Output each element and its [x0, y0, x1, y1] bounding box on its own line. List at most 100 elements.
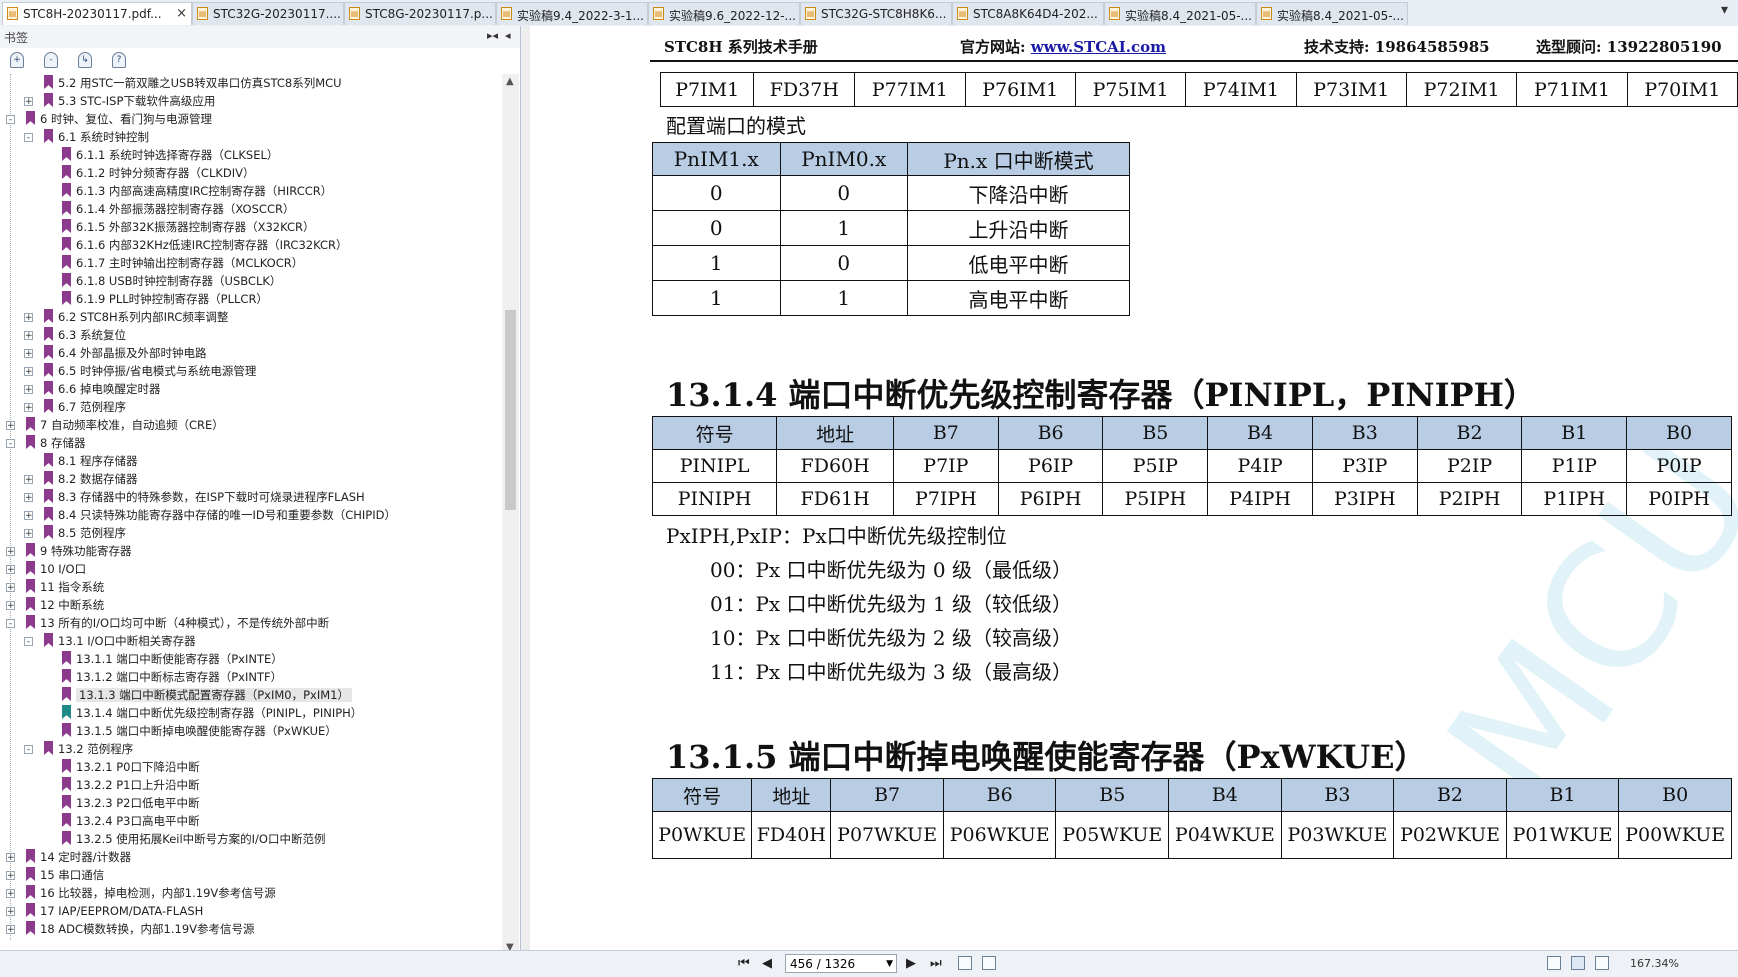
tab-5[interactable]: ▤ STC32G-STC8H8K6...: [800, 2, 952, 25]
panel-splitter[interactable]: [521, 26, 530, 950]
bookmark-item[interactable]: 16 比较器，掉电检测，内部1.19V参考信号源: [26, 884, 276, 902]
bookmark-item[interactable]: 5.2 用STC一箭双雕之USB转双串口仿真STC8系列MCU: [44, 74, 342, 92]
previous-page-button[interactable]: ◀: [762, 956, 772, 971]
bookmark-item[interactable]: 6.4 外部晶振及外部时钟电路: [44, 344, 206, 362]
bookmark-item[interactable]: 15 串口通信: [26, 866, 104, 884]
bookmark-item[interactable]: 6 时钟、复位、看门狗与电源管理: [26, 110, 212, 128]
first-page-button[interactable]: ⏮: [738, 956, 750, 971]
bookmark-item[interactable]: 13 所有的I/O口均可中断（4种模式），不是传统外部中断: [26, 614, 329, 632]
continuous-view-icon[interactable]: [1571, 956, 1585, 970]
bookmark-item[interactable]: 8.4 只读特殊功能寄存器中存储的唯一ID号和重要参数（CHIPID）: [44, 506, 396, 524]
bookmark-item[interactable]: 10 I/O口: [26, 560, 86, 578]
expand-icon[interactable]: +: [24, 475, 33, 485]
bookmark-item[interactable]: 12 中断系统: [26, 596, 104, 614]
pdf-viewer[interactable]: MCU STC8H 系列技术手册 官方网站: www.STCAI.com 技术支…: [530, 26, 1738, 950]
expand-icon[interactable]: +: [24, 385, 33, 395]
bookmark-item[interactable]: 11 指令系统: [26, 578, 104, 596]
bookmark-item[interactable]: 8 存储器: [26, 434, 85, 452]
find-bookmark-icon[interactable]: ?: [112, 52, 126, 68]
bookmark-item[interactable]: 6.1.8 USB时钟控制寄存器（USBCLK）: [62, 272, 281, 290]
expand-icon[interactable]: +: [6, 907, 15, 917]
expand-icon[interactable]: +: [6, 565, 15, 575]
expand-icon[interactable]: +: [24, 403, 33, 413]
bookmark-item[interactable]: 6.7 范例程序: [44, 398, 126, 416]
tab-1[interactable]: ▤ STC32G-20230117....: [192, 2, 344, 25]
bookmark-item[interactable]: 13.1 I/O口中断相关寄存器: [44, 632, 196, 650]
bookmark-item[interactable]: 13.1.2 端口中断标志寄存器（PxINTF）: [62, 668, 282, 686]
bookmark-item[interactable]: 13.1.5 端口中断掉电唤醒使能寄存器（PxWKUE）: [62, 722, 337, 740]
bookmark-item[interactable]: 13.2.1 P0口下降沿中断: [62, 758, 199, 776]
expand-icon[interactable]: +: [6, 583, 15, 593]
bookmarks-scroll-thumb[interactable]: [505, 310, 516, 510]
facing-view-icon[interactable]: [1595, 956, 1609, 970]
back-view-icon[interactable]: [958, 956, 972, 970]
bookmark-item[interactable]: 14 定时器/计数器: [26, 848, 131, 866]
bookmark-item[interactable]: 6.1 系统时钟控制: [44, 128, 149, 146]
expand-icon[interactable]: +: [24, 493, 33, 503]
expand-icon[interactable]: +: [24, 97, 33, 107]
bookmark-item[interactable]: 17 IAP/EEPROM/DATA-FLASH: [26, 902, 203, 920]
bookmark-item[interactable]: 6.1.6 内部32KHz低速IRC控制寄存器（IRC32KCR）: [62, 236, 348, 254]
bookmark-item[interactable]: 6.1.5 外部32K振荡器控制寄存器（X32KCR）: [62, 218, 315, 236]
collapse-icon[interactable]: -: [24, 133, 33, 143]
tab-8[interactable]: ▤ 实验稿8.4_2021-05-...: [1256, 2, 1408, 25]
expand-icon[interactable]: +: [24, 349, 33, 359]
bookmark-item[interactable]: 18 ADC模数转换，内部1.19V参考信号源: [26, 920, 255, 938]
tab-0[interactable]: ▤ STC8H-20230117.pdf... ×: [2, 2, 192, 25]
bookmark-item[interactable]: 6.1.7 主时钟输出控制寄存器（MCLKOCR）: [62, 254, 303, 272]
bookmarks-vertical-scrollbar[interactable]: ▲ ▼: [502, 74, 519, 958]
bookmark-item[interactable]: 6.1.3 内部高速高精度IRC控制寄存器（HIRCCR）: [62, 182, 332, 200]
collapse-all-bookmarks-icon[interactable]: -: [44, 52, 58, 68]
collapse-icon[interactable]: -: [24, 637, 33, 647]
expand-icon[interactable]: +: [6, 853, 15, 863]
bookmark-item[interactable]: 8.5 范例程序: [44, 524, 126, 542]
bookmark-item[interactable]: 8.2 数据存储器: [44, 470, 137, 488]
bookmark-item[interactable]: 6.1.9 PLL时钟控制寄存器（PLLCR）: [62, 290, 268, 308]
tab-6[interactable]: ▤ STC8A8K64D4-202...: [952, 2, 1104, 25]
forward-view-icon[interactable]: [982, 956, 996, 970]
bookmark-item[interactable]: 13.2.2 P1口上升沿中断: [62, 776, 199, 794]
expand-icon[interactable]: +: [6, 421, 15, 431]
collapse-panel-icon[interactable]: ◂: [505, 29, 511, 42]
bookmark-item[interactable]: 6.2 STC8H系列内部IRC频率调整: [44, 308, 228, 326]
bookmark-item[interactable]: 6.1.4 外部振荡器控制寄存器（XOSCCR）: [62, 200, 294, 218]
expand-icon[interactable]: +: [6, 925, 15, 935]
bookmark-item[interactable]: 6.3 系统复位: [44, 326, 126, 344]
collapse-icon[interactable]: -: [6, 619, 15, 629]
last-page-button[interactable]: ⏭: [930, 956, 942, 971]
chevron-down-icon[interactable]: ▼: [886, 955, 893, 974]
expand-all-bookmarks-icon[interactable]: +: [10, 52, 24, 68]
expand-icon[interactable]: +: [24, 529, 33, 539]
tab-2[interactable]: ▤ STC8G-20230117.p...: [344, 2, 496, 25]
next-page-button[interactable]: ▶: [906, 956, 916, 971]
bookmark-item[interactable]: 13.2.3 P2口低电平中断: [62, 794, 199, 812]
expand-icon[interactable]: +: [24, 331, 33, 341]
page-number-input[interactable]: 456 / 1326 ▼: [785, 954, 897, 973]
site-link[interactable]: www.STCAI.com: [1031, 38, 1166, 56]
expand-icon[interactable]: +: [24, 511, 33, 521]
bookmark-item[interactable]: 5.3 STC-ISP下载软件高级应用: [44, 92, 215, 110]
tab-7[interactable]: ▤ 实验稿8.4_2021-05-...: [1104, 2, 1256, 25]
bookmark-item[interactable]: 6.1.1 系统时钟选择寄存器（CLKSEL）: [62, 146, 278, 164]
bookmark-item[interactable]: 13.1.1 端口中断使能寄存器（PxINTE）: [62, 650, 283, 668]
collapse-icon[interactable]: -: [6, 439, 15, 449]
expand-icon[interactable]: +: [6, 871, 15, 881]
single-page-view-icon[interactable]: [1547, 956, 1561, 970]
expand-panel-icon[interactable]: ▸◂: [487, 29, 498, 42]
bookmark-item[interactable]: 6.1.2 时钟分频寄存器（CLKDIV）: [62, 164, 255, 182]
expand-icon[interactable]: +: [6, 547, 15, 557]
expand-icon[interactable]: +: [24, 313, 33, 323]
expand-icon[interactable]: +: [6, 601, 15, 611]
bookmark-item[interactable]: 13.1.3 端口中断模式配置寄存器（PxIM0，PxIM1）: [62, 686, 352, 704]
bookmark-item[interactable]: 8.1 程序存储器: [44, 452, 137, 470]
close-tab-icon[interactable]: ×: [176, 6, 187, 21]
bookmark-item[interactable]: 13.2.4 P3口高电平中断: [62, 812, 199, 830]
scroll-up-arrow-icon[interactable]: ▲: [506, 76, 514, 87]
tab-list-dropdown-icon[interactable]: ▾: [1721, 2, 1728, 18]
bookmark-item[interactable]: 6.6 掉电唤醒定时器: [44, 380, 160, 398]
bookmark-item[interactable]: 13.2 范例程序: [44, 740, 133, 758]
add-bookmark-icon[interactable]: ↳: [78, 52, 92, 68]
bookmark-item[interactable]: 6.5 时钟停振/省电模式与系统电源管理: [44, 362, 256, 380]
bookmark-item[interactable]: 7 自动频率校准，自动追频（CRE）: [26, 416, 224, 434]
bookmark-item[interactable]: 9 特殊功能寄存器: [26, 542, 131, 560]
